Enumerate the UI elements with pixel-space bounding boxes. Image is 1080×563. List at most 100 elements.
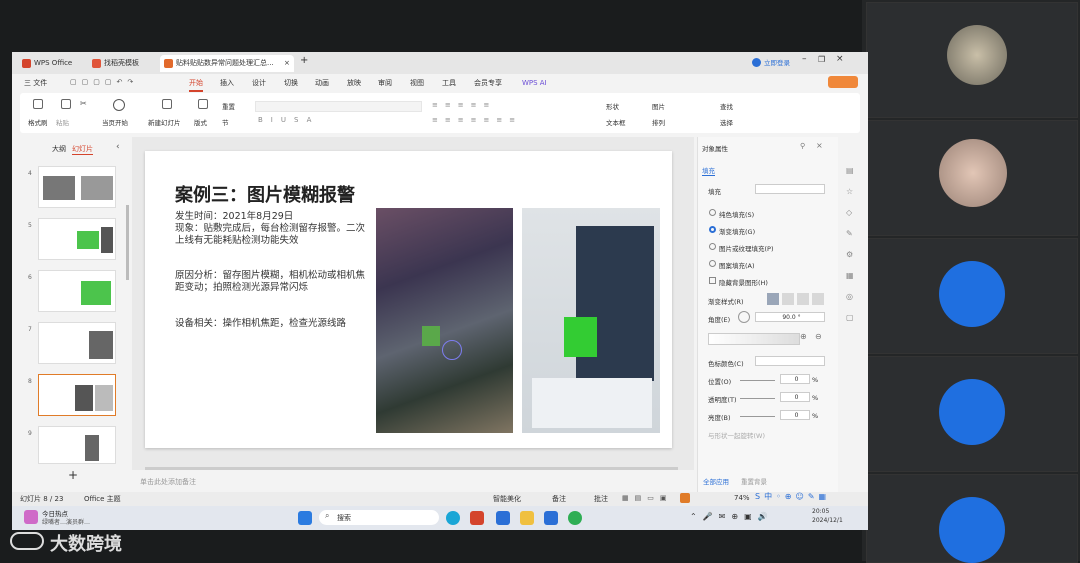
fill-dropdown[interactable] xyxy=(755,184,825,194)
gradient-bar[interactable] xyxy=(708,333,800,345)
zoom-level[interactable]: 74% xyxy=(734,494,750,502)
edge-icon[interactable] xyxy=(446,511,460,525)
slide-phenomenon-text[interactable]: 现象：贴敷完成后，每台检测留存报警。二次上线有无能耗贴检测功能失效 xyxy=(175,223,365,247)
gradient-style-options[interactable] xyxy=(767,293,827,305)
new-slide-button[interactable]: 新建幻灯片 xyxy=(148,117,181,127)
gradient-style-linear[interactable] xyxy=(767,293,779,305)
system-tray-icons[interactable]: ⌃🎤✉⊕▣🔊 xyxy=(690,512,774,521)
apply-all-button[interactable]: 全部应用 xyxy=(703,476,729,486)
chat-app-icon[interactable] xyxy=(568,511,582,525)
maximize-icon[interactable]: ❐ xyxy=(818,55,825,64)
close-tab-icon[interactable]: × xyxy=(284,55,290,72)
machine-photo[interactable] xyxy=(376,208,513,433)
participant-tile[interactable] xyxy=(866,2,1078,118)
solid-fill-radio[interactable] xyxy=(709,209,716,216)
new-tab-icon[interactable]: + xyxy=(300,55,308,66)
slide-thumbnail[interactable] xyxy=(38,218,116,260)
slide-equipment-text[interactable]: 设备相关：操作相机焦距，检查光源线路 xyxy=(175,318,365,330)
transparency-input[interactable]: 0 xyxy=(780,392,810,402)
side-toolbar-icons[interactable]: ▤ ☆ ◇ ✎ ⚙ ▦ ◎ ▢ xyxy=(846,160,856,328)
brightness-input[interactable]: 0 xyxy=(780,410,810,420)
close-window-icon[interactable]: × xyxy=(836,54,844,64)
horizontal-scrollbar[interactable] xyxy=(145,467,678,470)
position-input[interactable]: 0 xyxy=(780,374,810,384)
picture-button[interactable]: 图片 xyxy=(652,101,665,111)
slides-tab[interactable]: 幻灯片 xyxy=(72,144,93,155)
angle-input[interactable]: 90.0 ° xyxy=(755,312,825,322)
format-painter-button[interactable]: 格式刷 xyxy=(28,117,48,127)
tab-slideshow[interactable]: 放映 xyxy=(347,76,361,90)
arrange-button[interactable]: 排列 xyxy=(652,117,665,127)
gradient-style-rect[interactable] xyxy=(797,293,809,305)
hide-bg-checkbox[interactable] xyxy=(709,277,716,284)
theme-name[interactable]: Office 主题 xyxy=(84,494,121,504)
remove-stop-icon[interactable]: ⊖ xyxy=(815,332,822,341)
tab-wps-office[interactable]: WPS Office xyxy=(18,55,84,72)
notes-button[interactable]: 备注 xyxy=(552,494,566,504)
transparency-slider[interactable] xyxy=(740,398,775,399)
angle-dial-icon[interactable] xyxy=(738,311,750,323)
share-button[interactable] xyxy=(828,76,858,88)
input-method-tray[interactable]: S中◦⊕☺✎▦ xyxy=(755,491,855,505)
color-stop-dropdown[interactable] xyxy=(755,356,825,366)
tab-design[interactable]: 设计 xyxy=(252,76,266,90)
notes-area[interactable]: 单击此处添加备注 xyxy=(132,470,694,492)
section-button[interactable]: 节 xyxy=(222,117,229,127)
tab-view[interactable]: 视图 xyxy=(410,76,424,90)
slide-cause-text[interactable]: 原因分析：留存图片模糊，相机松动或相机焦距变动；拍照检测光源异常闪烁 xyxy=(175,270,365,294)
tab-tools[interactable]: 工具 xyxy=(442,76,456,90)
fill-tab[interactable]: 填充 xyxy=(702,165,715,176)
gradient-style-radial[interactable] xyxy=(782,293,794,305)
app-icon[interactable] xyxy=(496,511,510,525)
file-menu[interactable]: 三 文件 xyxy=(24,76,47,90)
participant-tile[interactable] xyxy=(866,120,1078,236)
gradient-style-path[interactable] xyxy=(812,293,824,305)
comments-button[interactable]: 批注 xyxy=(594,494,608,504)
paragraph-buttons[interactable]: ≡≡≡≡≡ xyxy=(432,101,496,109)
tab-animation[interactable]: 动画 xyxy=(315,76,329,90)
taskbar-search-box[interactable]: ⌕ 搜索 xyxy=(319,510,439,525)
slide-thumbnail-selected[interactable] xyxy=(38,374,116,416)
quick-access-icons[interactable]: ▢▢▢▢↶↷ xyxy=(70,78,138,86)
collapse-panel-icon[interactable]: ‹ xyxy=(116,142,120,152)
reset-button[interactable]: 重置 xyxy=(222,101,235,111)
smart-beautify-button[interactable]: 智能美化 xyxy=(493,494,521,504)
font-style-buttons[interactable]: BIUSA xyxy=(258,116,319,124)
slide-thumbnail[interactable] xyxy=(38,270,116,312)
participant-tile[interactable] xyxy=(866,238,1078,354)
font-selector[interactable] xyxy=(255,101,422,112)
slide-thumbnail[interactable] xyxy=(38,166,116,208)
participant-tile[interactable] xyxy=(866,474,1078,563)
tab-template[interactable]: 找稻壳模板 xyxy=(88,55,154,72)
select-button[interactable]: 选择 xyxy=(720,117,733,127)
windows-start-icon[interactable] xyxy=(298,511,312,525)
rotate-with-shape[interactable]: 与形状一起旋转(W) xyxy=(708,430,765,440)
picture-fill-radio[interactable] xyxy=(709,243,716,250)
find-button[interactable]: 查找 xyxy=(720,101,733,111)
close-panel-icon[interactable]: × xyxy=(816,141,823,150)
meeting-app-icon[interactable] xyxy=(544,511,558,525)
tab-document[interactable]: 贴料贴贴数异常问题处理汇总... × xyxy=(160,55,294,72)
pin-icon[interactable]: ⚲ xyxy=(800,142,805,150)
screen-photo[interactable] xyxy=(522,208,660,433)
slide-thumbnail[interactable] xyxy=(38,426,116,464)
shape-button[interactable]: 形状 xyxy=(606,101,619,111)
slide-title[interactable]: 案例三：图片模糊报警 xyxy=(175,181,355,207)
tab-transition[interactable]: 切换 xyxy=(284,76,298,90)
layout-button[interactable]: 版式 xyxy=(194,117,207,127)
minimize-icon[interactable]: – xyxy=(802,54,807,64)
play-slideshow-icon[interactable] xyxy=(680,493,690,503)
tab-member[interactable]: 会员专享 xyxy=(474,76,502,90)
textbox-button[interactable]: 文本框 xyxy=(606,117,626,127)
cut-icon[interactable]: ✂ xyxy=(80,99,87,108)
news-widget-icon[interactable] xyxy=(24,510,38,524)
slide-time-text[interactable]: 发生时间：2021年8月29日 xyxy=(175,211,365,223)
paste-button[interactable]: 粘贴 xyxy=(56,117,69,127)
pattern-fill-radio[interactable] xyxy=(709,260,716,267)
position-slider[interactable] xyxy=(740,380,775,381)
gradient-fill-radio[interactable] xyxy=(709,226,716,233)
wps-taskbar-icon[interactable] xyxy=(470,511,484,525)
participant-tile[interactable] xyxy=(866,356,1078,472)
file-explorer-icon[interactable] xyxy=(520,511,534,525)
tab-home[interactable]: 开始 xyxy=(189,76,203,92)
